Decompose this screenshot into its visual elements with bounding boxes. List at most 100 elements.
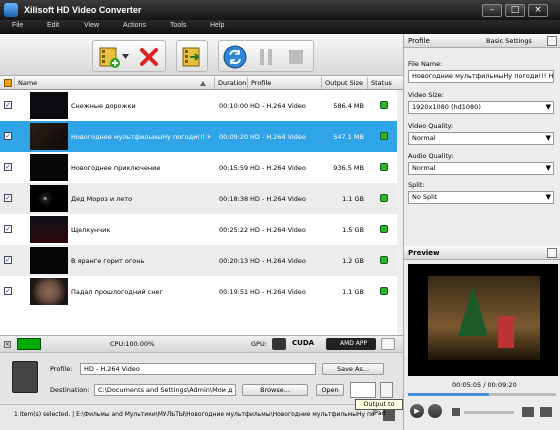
table-row[interactable]: ✓ Снежные дорожки 00:10:00 HD - H.264 Vi… <box>0 90 403 121</box>
menu-edit[interactable]: Edit <box>47 22 59 29</box>
menu-actions[interactable]: Actions <box>123 22 146 29</box>
destination-field[interactable]: C:\Documents and Settings\Admin\Мои д <box>94 384 236 396</box>
toolbar <box>0 34 403 76</box>
row-profile[interactable]: HD - H.264 Video <box>250 102 306 110</box>
menu-bar: File Edit View Actions Tools Help <box>0 20 560 34</box>
row-name: В яранге горит огонь <box>71 257 145 265</box>
status-ready-icon <box>380 287 388 295</box>
list-header: Name Duration Profile Output Size Status <box>0 76 403 90</box>
profile-select[interactable]: HD - H.264 Video <box>80 363 316 375</box>
menu-file[interactable]: File <box>12 22 23 29</box>
row-duration: 00:15:59 <box>219 164 249 172</box>
convert-icon[interactable] <box>223 45 247 69</box>
remove-icon[interactable] <box>137 45 161 69</box>
row-checkbox[interactable]: ✓ <box>4 287 12 295</box>
pause-icon[interactable] <box>254 45 278 69</box>
camera-icon[interactable] <box>540 407 552 417</box>
row-profile[interactable]: HD - H.264 Video <box>250 288 306 296</box>
video-thumbnail <box>30 92 68 119</box>
cuda-label[interactable]: CUDA <box>292 339 314 347</box>
row-profile[interactable]: HD - H.264 Video <box>250 133 306 141</box>
select-all-checkbox[interactable] <box>4 79 12 87</box>
menu-help[interactable]: Help <box>210 22 224 29</box>
amd-app-button[interactable]: AMD APP <box>326 338 376 350</box>
video-thumbnail <box>30 247 68 274</box>
device-menu-chevron-icon[interactable] <box>380 382 393 398</box>
gpu-label: GPU: <box>251 340 267 348</box>
toolbar-group-convert <box>218 40 314 72</box>
table-row[interactable]: ✓ В яранге горит огонь 00:20:13 HD - H.2… <box>0 245 403 276</box>
maximize-button[interactable]: □ <box>505 4 525 17</box>
row-checkbox[interactable]: ✓ <box>4 225 12 233</box>
profile-panel-header: Profile Basic Settings <box>404 34 560 48</box>
row-duration: 00:09:20 <box>219 133 249 141</box>
preview-panel-header: Preview <box>404 246 560 260</box>
row-checkbox[interactable]: ✓ <box>4 194 12 202</box>
expand-icon[interactable] <box>547 36 557 46</box>
basic-settings-select[interactable]: Basic Settings <box>486 37 532 45</box>
volume-icon[interactable] <box>452 408 460 416</box>
video-size-select[interactable]: 1920x1080 (hd1080) ▼ <box>408 101 554 114</box>
row-checkbox[interactable]: ✓ <box>4 256 12 264</box>
ipad-output-icon[interactable] <box>350 382 376 398</box>
profile-device-icon <box>12 361 38 393</box>
row-name: Снежные дорожки <box>71 102 136 110</box>
snapshot-icon[interactable] <box>522 407 534 417</box>
chevron-down-icon[interactable] <box>122 54 129 60</box>
cpu-usage: CPU:100.00% <box>110 340 155 348</box>
seek-fill <box>408 393 489 396</box>
table-row[interactable]: ✓ Новогоднее приключение 00:15:59 HD - H… <box>0 152 403 183</box>
close-button[interactable]: × <box>528 4 548 17</box>
preview-expand-icon[interactable] <box>547 248 557 258</box>
row-size: 1.5 GB <box>342 226 364 234</box>
video-thumbnail <box>30 216 68 243</box>
volume-slider[interactable] <box>464 411 514 414</box>
profile-label: Profile: <box>50 365 73 373</box>
row-profile[interactable]: HD - H.264 Video <box>250 195 306 203</box>
row-profile[interactable]: HD - H.264 Video <box>250 164 306 172</box>
audio-quality-label: Audio Quality: <box>408 152 454 160</box>
minimize-button[interactable]: – <box>482 4 502 17</box>
collapse-icon[interactable]: × <box>4 341 11 348</box>
row-size: 1.1 GB <box>342 195 364 203</box>
column-profile[interactable]: Profile <box>251 79 271 87</box>
sort-arrow-icon <box>200 81 206 86</box>
status-ready-icon <box>380 194 388 202</box>
video-quality-select[interactable]: Normal ▼ <box>408 132 554 145</box>
status-ready-icon <box>380 256 388 264</box>
column-name[interactable]: Name <box>18 79 37 87</box>
row-checkbox[interactable]: ✓ <box>4 101 12 109</box>
wrench-icon[interactable] <box>381 338 395 350</box>
column-duration[interactable]: Duration <box>218 79 246 87</box>
row-size: 547.1 MB <box>333 133 364 141</box>
add-output-profile-icon[interactable] <box>180 45 204 69</box>
browse-button[interactable]: Browse... <box>242 384 308 396</box>
stop-button[interactable] <box>428 404 442 418</box>
play-button[interactable]: ▶ <box>410 404 424 418</box>
row-size: 1.2 GB <box>342 257 364 265</box>
stop-icon[interactable] <box>284 45 308 69</box>
table-row[interactable]: ✓ Щелкунчик 00:25:22 HD - H.264 Video 1.… <box>0 214 403 245</box>
column-output-size[interactable]: Output Size <box>325 79 363 87</box>
row-checkbox[interactable]: ✓ <box>4 132 12 140</box>
split-label: Split: <box>408 181 425 189</box>
save-as-button[interactable]: Save As... <box>322 363 384 375</box>
menu-view[interactable]: View <box>84 22 99 29</box>
open-button[interactable]: Open <box>316 384 344 396</box>
file-name-input[interactable]: Новогодние мультфильмыНу погоди!!! Нов <box>408 70 554 83</box>
seek-bar[interactable] <box>408 393 556 396</box>
playback-time: 00:05:05 / 00:09:20 <box>452 381 517 389</box>
table-row[interactable]: ✓ Падал прошлогодний снег 00:19:51 HD - … <box>0 276 403 307</box>
audio-quality-select[interactable]: Normal ▼ <box>408 162 554 175</box>
table-row[interactable]: ✓ Дед Мороз и лето 00:18:38 HD - H.264 V… <box>0 183 403 214</box>
row-checkbox[interactable]: ✓ <box>4 163 12 171</box>
status-bar: 1 item(s) selected. | E:\Фильмы and Муль… <box>0 404 403 430</box>
split-select[interactable]: No Split ▼ <box>408 191 554 204</box>
add-video-icon[interactable] <box>97 45 121 69</box>
column-status[interactable]: Status <box>371 79 392 87</box>
row-name: Дед Мороз и лето <box>71 195 133 203</box>
menu-tools[interactable]: Tools <box>170 22 186 29</box>
row-profile[interactable]: HD - H.264 Video <box>250 226 306 234</box>
table-row[interactable]: ✓ Новогоднее мультфильмыНу погоди!!! Н..… <box>0 121 403 152</box>
row-profile[interactable]: HD - H.264 Video <box>250 257 306 265</box>
